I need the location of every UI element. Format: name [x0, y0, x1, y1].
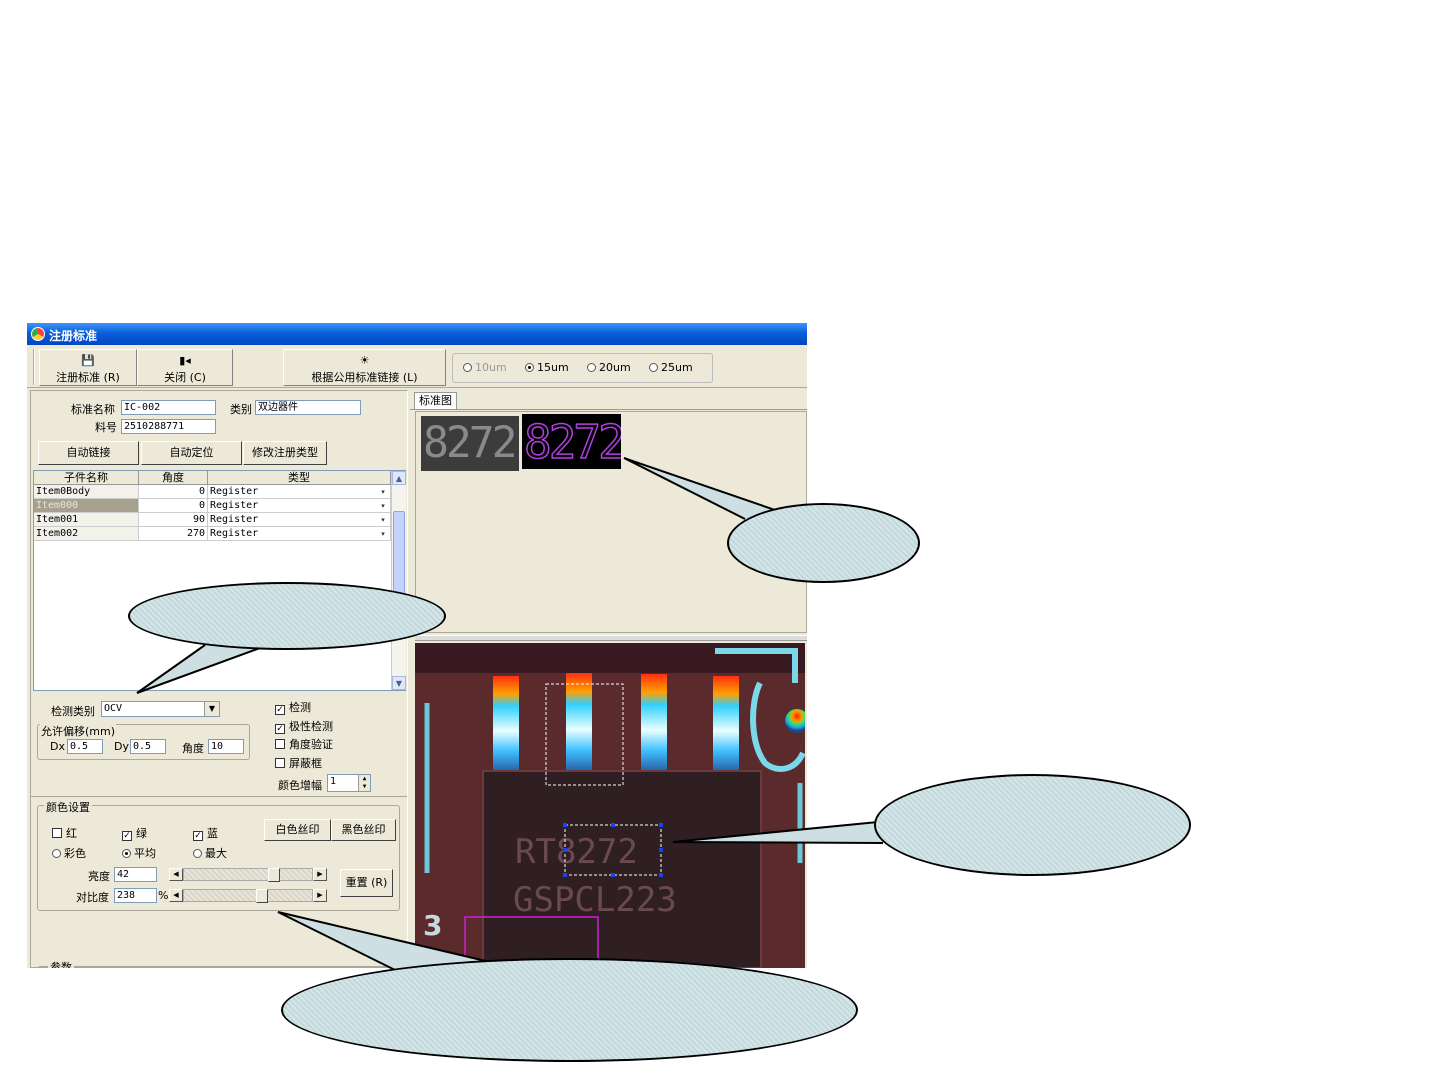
callout-bubble-standard-image [727, 503, 920, 583]
callout-bubble-color-settings [281, 958, 858, 1062]
callout-bubble-camera-view [874, 774, 1191, 876]
callout-layer [136, 457, 884, 971]
callout-bubble-component-list [128, 582, 446, 650]
